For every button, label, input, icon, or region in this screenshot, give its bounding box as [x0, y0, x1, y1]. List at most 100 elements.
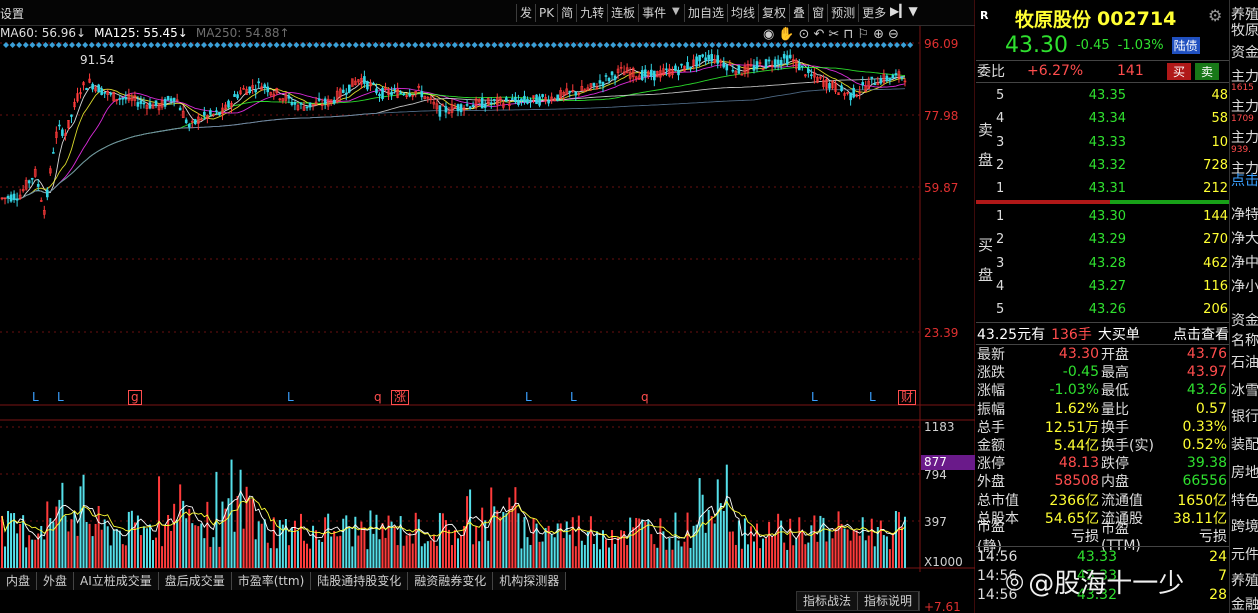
ask-row[interactable]: 5 43.35 48	[996, 84, 1228, 107]
signal-marker[interactable]	[280, 42, 287, 48]
candle-body[interactable]	[263, 84, 267, 88]
candle-body[interactable]	[879, 78, 883, 84]
candle-body[interactable]	[852, 87, 855, 98]
candle-body[interactable]	[166, 96, 170, 101]
indicator-tab[interactable]: 盘后成交量	[159, 572, 232, 590]
right-edge-item[interactable]: 跨境	[1231, 516, 1258, 536]
signal-marker[interactable]	[465, 42, 471, 48]
candle-body[interactable]	[399, 92, 402, 94]
candle-body[interactable]	[568, 90, 572, 93]
candle-body[interactable]	[227, 100, 230, 108]
candle-body[interactable]	[136, 102, 140, 107]
candle-body[interactable]	[91, 83, 94, 90]
candle-body[interactable]	[731, 69, 735, 72]
candle-body[interactable]	[341, 89, 345, 93]
bid-row[interactable]: 2 43.29 270	[996, 228, 1228, 251]
bid-row[interactable]: 4 43.27 116	[996, 275, 1228, 298]
candle-body[interactable]	[807, 68, 810, 73]
candle-body[interactable]	[888, 77, 892, 81]
event-marker[interactable]: L	[287, 390, 294, 404]
signal-marker[interactable]	[88, 42, 95, 48]
bid-row[interactable]: 3 43.28 462	[996, 252, 1228, 275]
signal-marker[interactable]	[207, 42, 214, 48]
right-edge-item[interactable]: 1615	[1231, 83, 1254, 93]
candle-body[interactable]	[402, 93, 405, 96]
candle-body[interactable]	[375, 88, 378, 94]
candle-body[interactable]	[209, 110, 212, 115]
signal-marker[interactable]	[352, 42, 359, 48]
right-edge-item[interactable]: 资金	[1231, 42, 1258, 62]
candle-body[interactable]	[722, 62, 726, 68]
candle-body[interactable]	[444, 106, 448, 113]
event-marker[interactable]: L	[570, 390, 577, 404]
signal-marker[interactable]	[286, 42, 293, 48]
candle-body[interactable]	[163, 98, 167, 107]
candle-body[interactable]	[438, 105, 442, 117]
candle-body[interactable]	[677, 70, 680, 76]
buy-button[interactable]: 买	[1167, 62, 1192, 80]
candle-body[interactable]	[97, 84, 100, 93]
signal-marker[interactable]	[412, 42, 419, 48]
signal-marker[interactable]	[82, 42, 89, 48]
event-marker[interactable]: 涨	[391, 390, 410, 405]
candle-body[interactable]	[471, 104, 475, 107]
candle-body[interactable]	[366, 81, 369, 90]
candle-body[interactable]	[61, 129, 64, 136]
candle-body[interactable]	[468, 106, 472, 109]
indicator-tab[interactable]: 陆股通持股变化	[311, 572, 409, 590]
candle-body[interactable]	[810, 74, 813, 77]
candle-body[interactable]	[378, 93, 381, 97]
event-marker[interactable]: L	[525, 390, 532, 404]
signal-marker[interactable]	[861, 42, 867, 48]
candle-body[interactable]	[344, 92, 348, 95]
candle-body[interactable]	[169, 98, 173, 102]
candle-body[interactable]	[752, 65, 756, 71]
candle-body[interactable]	[698, 54, 701, 62]
candle-body[interactable]	[480, 98, 484, 109]
candle-body[interactable]	[604, 75, 608, 77]
candle-body[interactable]	[517, 100, 520, 105]
candle-body[interactable]	[36, 183, 40, 187]
signal-marker[interactable]	[814, 42, 821, 48]
candle-body[interactable]	[894, 73, 898, 76]
candle-body[interactable]	[178, 107, 182, 111]
right-edge-item[interactable]: 牧原	[1231, 20, 1258, 40]
bid-row[interactable]: 1 43.30 144	[996, 205, 1228, 228]
candle-body[interactable]	[381, 88, 384, 100]
candle-body[interactable]	[266, 86, 270, 93]
candle-body[interactable]	[456, 104, 460, 112]
signal-marker[interactable]	[808, 42, 815, 48]
gear-icon[interactable]: ⚙	[1208, 6, 1222, 25]
candle-body[interactable]	[849, 92, 852, 101]
candle-body[interactable]	[840, 85, 843, 92]
candle-body[interactable]	[390, 91, 393, 96]
right-edge-item[interactable]: 资金	[1231, 310, 1258, 330]
right-edge-item[interactable]: 939.	[1231, 145, 1251, 155]
candle-body[interactable]	[680, 63, 683, 66]
signal-marker[interactable]	[69, 42, 75, 48]
right-edge-item[interactable]: 养殖	[1231, 570, 1258, 590]
candle-body[interactable]	[707, 54, 710, 60]
right-edge-item[interactable]: 银行	[1231, 406, 1258, 426]
signal-marker[interactable]	[135, 42, 141, 48]
event-marker[interactable]: q	[641, 390, 649, 404]
candle-body[interactable]	[465, 104, 469, 106]
indicator-tab[interactable]: 市盈率(ttm)	[232, 572, 312, 590]
candle-body[interactable]	[332, 99, 336, 104]
right-edge-item[interactable]: 房地	[1231, 462, 1258, 482]
tab-indicator-strategy[interactable]: 指标战法	[797, 592, 859, 610]
candle-body[interactable]	[779, 60, 783, 65]
candle-body[interactable]	[187, 124, 191, 128]
price-chart[interactable]	[0, 0, 975, 613]
signal-marker[interactable]	[9, 42, 16, 48]
signal-marker[interactable]	[531, 42, 537, 48]
candle-body[interactable]	[643, 69, 647, 77]
candle-body[interactable]	[885, 75, 889, 81]
candle-body[interactable]	[598, 80, 602, 84]
signal-marker[interactable]	[273, 42, 280, 48]
right-edge-item[interactable]: 装配	[1231, 434, 1258, 454]
candle-body[interactable]	[782, 54, 786, 59]
candle-body[interactable]	[511, 98, 514, 100]
candle-body[interactable]	[704, 57, 707, 61]
candle-body[interactable]	[248, 86, 251, 94]
